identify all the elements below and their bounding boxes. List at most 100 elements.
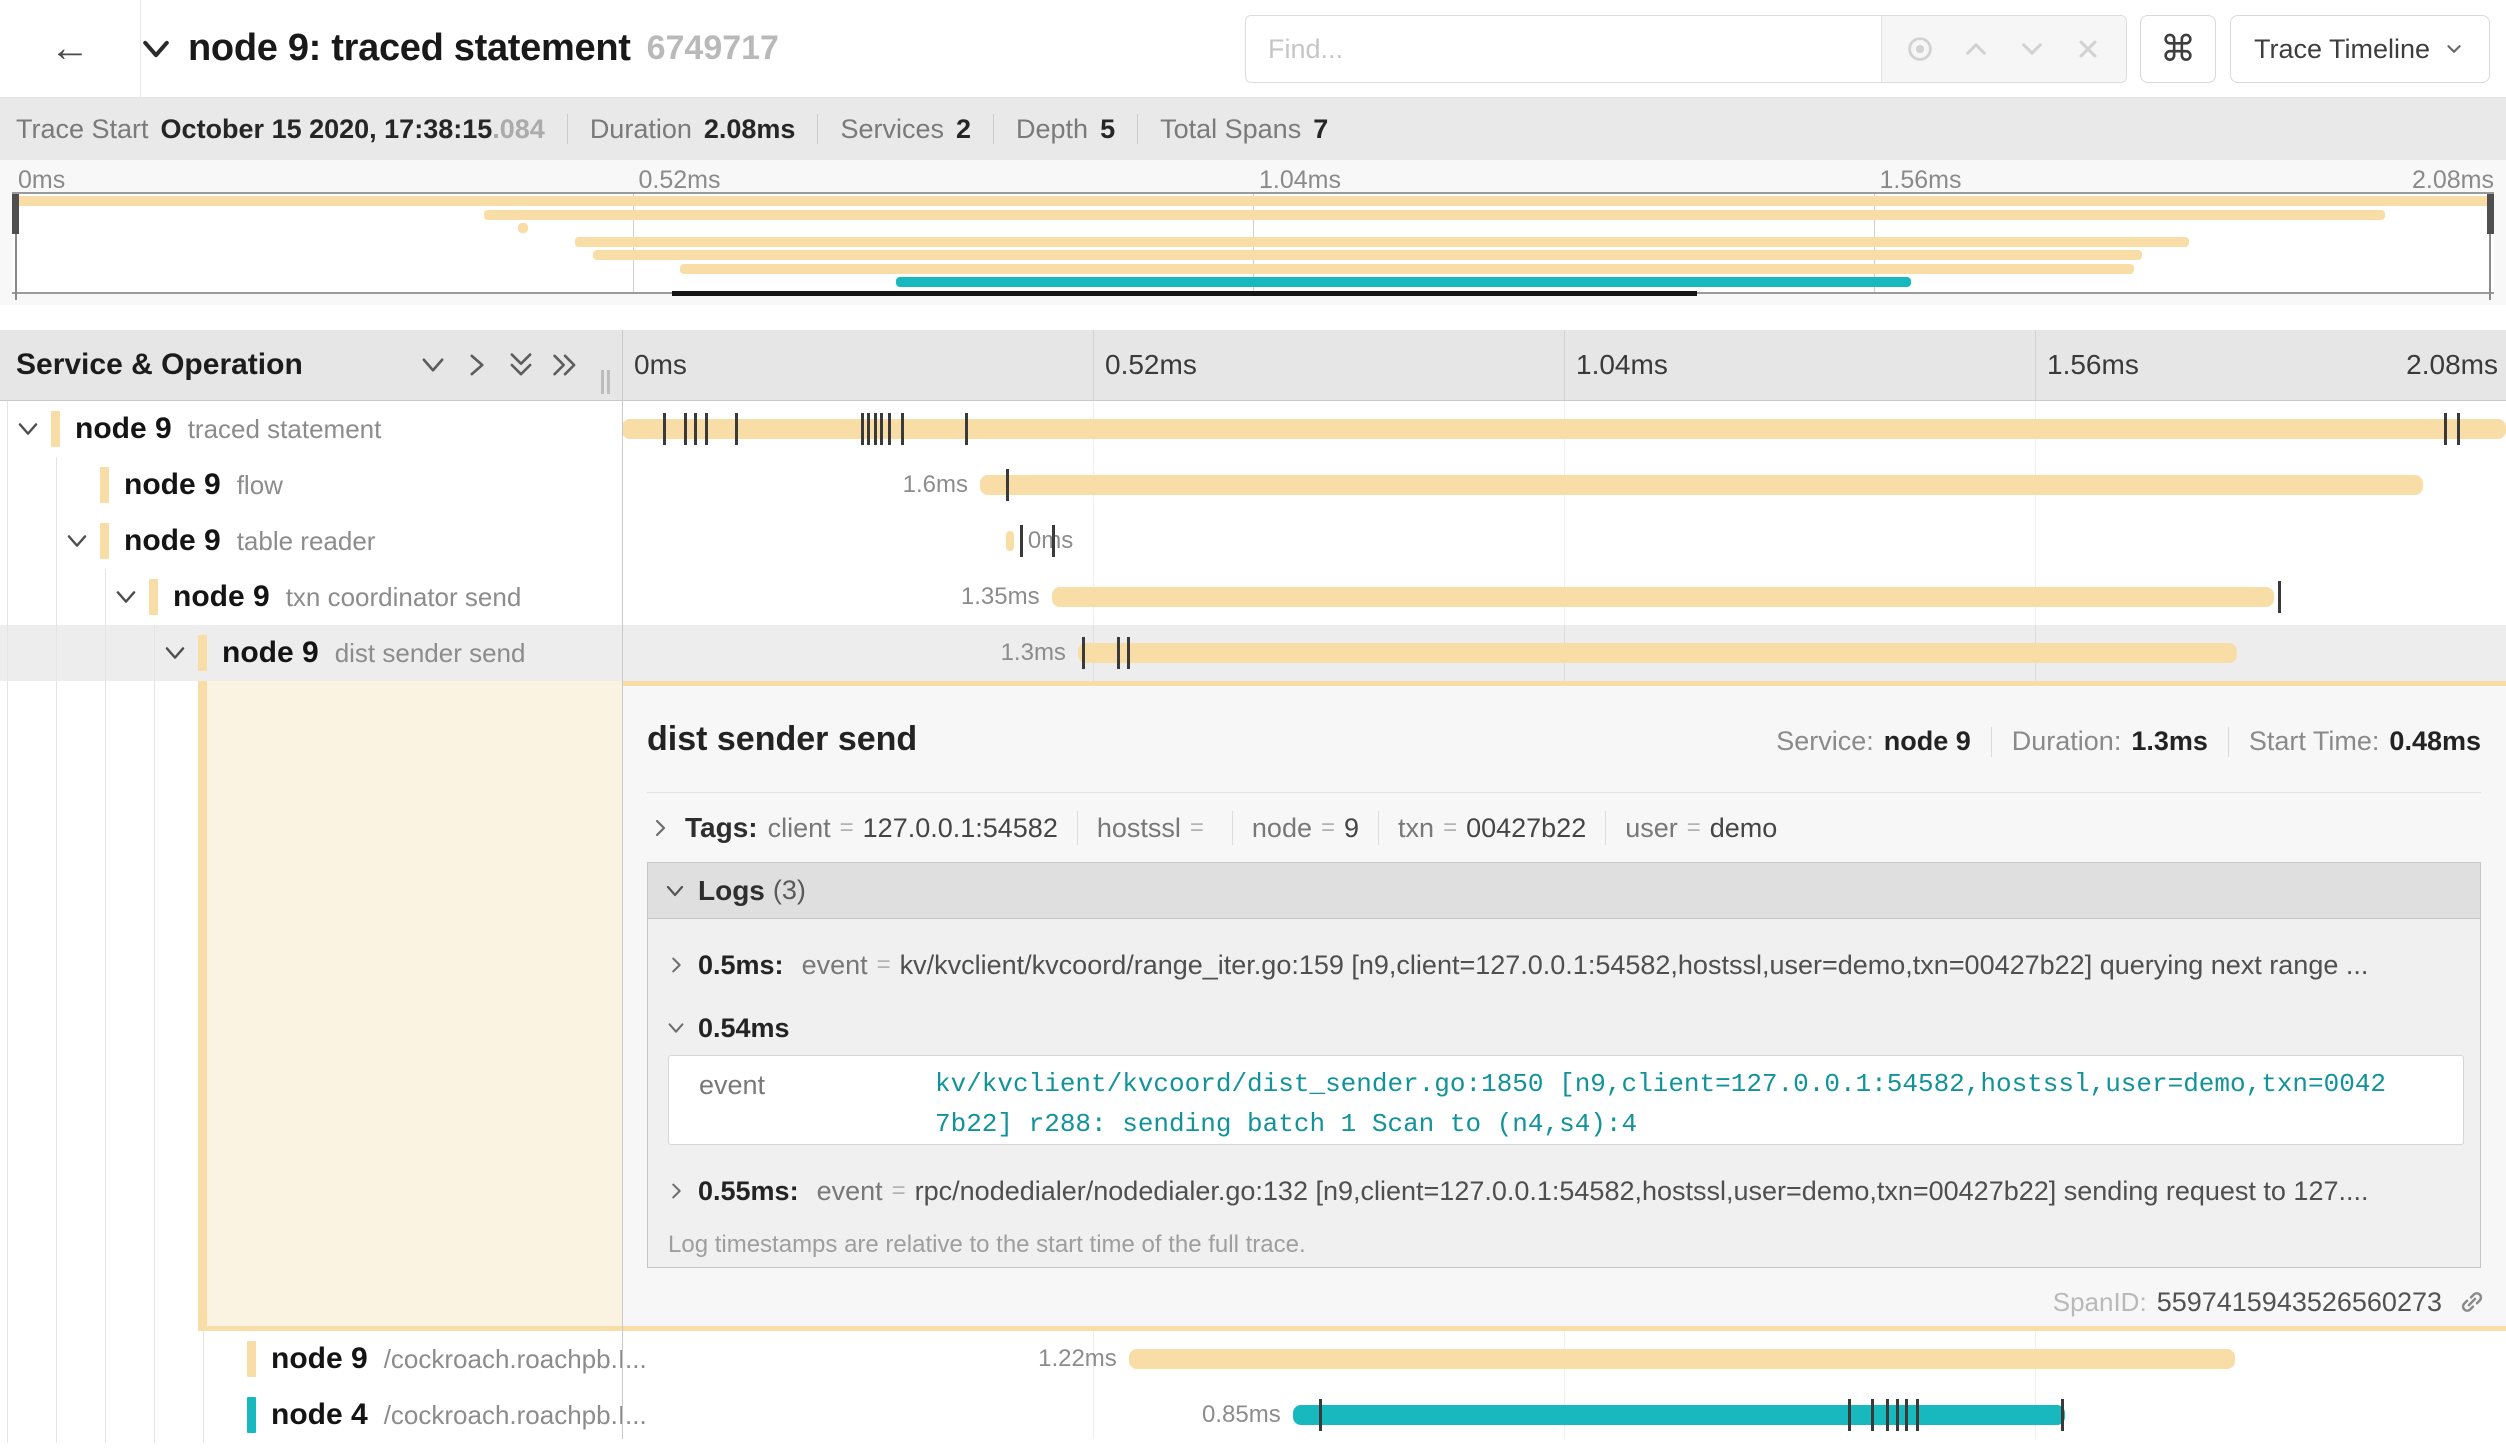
minimap-range-handle-grab[interactable]: [2487, 194, 2494, 234]
keyboard-shortcuts-button[interactable]: ⌘: [2140, 15, 2216, 83]
minimap-range-handle-grab[interactable]: [12, 194, 19, 234]
span-bar[interactable]: [1052, 587, 2275, 607]
indent-guide: [7, 401, 8, 457]
span-color-bar: [51, 411, 60, 447]
log-fields-table: event kv/kvclient/kvcoord/dist_sender.go…: [668, 1055, 2464, 1145]
indent-guide: [154, 625, 155, 681]
equals-sign: =: [877, 951, 891, 979]
duration-label: 1.35ms: [961, 569, 1040, 625]
indent-guide: [203, 1331, 204, 1387]
span-detail-meta: Service:node 9Duration:1.3msStart Time:0…: [1776, 726, 2481, 757]
equals-sign: =: [1687, 814, 1701, 842]
page-title: node 9: traced statement: [188, 27, 631, 70]
summary-label: Duration: [590, 114, 692, 145]
timeline-row[interactable]: node 9txn coordinator send1.35ms: [0, 569, 2506, 625]
caret-down-icon: [2442, 37, 2466, 61]
tag-pill[interactable]: client=127.0.0.1:54582: [768, 813, 1058, 844]
log-marker-tick: [874, 413, 877, 445]
chevron-down-icon: [662, 878, 688, 904]
span-bar[interactable]: [1078, 643, 2237, 663]
tag-pill[interactable]: txn=00427b22: [1398, 813, 1586, 844]
log-marker-tick: [1871, 1399, 1874, 1431]
span-bar[interactable]: [1006, 531, 1014, 551]
tag-pill[interactable]: node=9: [1252, 813, 1359, 844]
summary-value: 5: [1100, 114, 1115, 145]
expand-all-icon[interactable]: [547, 347, 583, 383]
log-marker-tick: [1848, 1399, 1851, 1431]
indent-guide: [56, 513, 57, 569]
span-bar[interactable]: [1129, 1349, 2235, 1369]
timeline-row[interactable]: node 9/cockroach.roachpb.I...1.22ms: [0, 1331, 2506, 1387]
timeline-row[interactable]: node 9dist sender send1.3ms: [0, 625, 2506, 681]
span-bar[interactable]: [622, 419, 2506, 439]
tags-list: client=127.0.0.1:54582 hostssl= node=9 txn =…: [768, 811, 1778, 845]
collapse-all-icon[interactable]: [503, 347, 539, 383]
detail-divider: [647, 792, 2481, 793]
tags-accordion[interactable]: Tags: client=127.0.0.1:54582hostssl=node…: [647, 804, 1777, 852]
find-box: [1245, 15, 2127, 83]
chevron-down-icon[interactable]: [134, 27, 178, 71]
span-name-wrap: node 9table reader: [124, 513, 375, 569]
next-result-icon[interactable]: [2014, 31, 2050, 67]
log-marker-tick: [1319, 1399, 1322, 1431]
locate-icon[interactable]: [1902, 31, 1938, 67]
operation-name: flow: [237, 470, 283, 500]
equals-sign: =: [1443, 814, 1457, 842]
find-input[interactable]: [1246, 16, 1881, 82]
expander-icon[interactable]: [157, 635, 193, 671]
column-resizer-grip[interactable]: [601, 370, 613, 394]
collapse-one-icon[interactable]: [415, 347, 451, 383]
log-marker-tick: [2061, 1399, 2064, 1431]
deep-link-icon[interactable]: [2456, 1286, 2488, 1318]
detail-row-bottom-border: [198, 1326, 623, 1331]
timeline-row[interactable]: node 9flow1.6ms: [0, 457, 2506, 513]
trace-view-select[interactable]: Trace Timeline: [2230, 15, 2490, 83]
indent-guide: [154, 1331, 155, 1387]
span-bar[interactable]: [1293, 1405, 2065, 1425]
indent-guide: [56, 1331, 57, 1387]
tag-pill[interactable]: user=demo: [1625, 813, 1777, 844]
indent-guide: [56, 681, 57, 1331]
indent-guide: [154, 681, 155, 1331]
expander-icon[interactable]: [10, 411, 46, 447]
minimap-canvas[interactable]: [12, 192, 2494, 294]
log-field-value: kv/kvclient/kvcoord/dist_sender.go:1850 …: [935, 1064, 2395, 1144]
tick-label: 1.56ms: [1880, 166, 1962, 195]
summary-label: Depth: [1016, 114, 1088, 145]
summary-divider: [993, 114, 994, 144]
log-entry[interactable]: 0.5ms: event = kv/kvclient/kvcoord/range…: [648, 937, 2470, 993]
span-name-wrap: node 9dist sender send: [222, 625, 525, 681]
summary-value: 2: [956, 114, 971, 145]
timeline-row[interactable]: node 4/cockroach.roachpb.I...0.85ms: [0, 1387, 2506, 1443]
service-operation-header: Service & Operation: [16, 330, 303, 400]
minimap-span-bar: [896, 277, 1911, 287]
panel-divider[interactable]: [622, 330, 623, 1439]
span-bar[interactable]: [980, 475, 2423, 495]
service-name: node 9: [222, 636, 319, 669]
log-entry[interactable]: 0.55ms: event = rpc/nodedialer/nodediale…: [648, 1163, 2470, 1219]
logs-footer-note: Log timestamps are relative to the start…: [668, 1231, 1306, 1259]
timeline-row[interactable]: node 9traced statement: [0, 401, 2506, 457]
indent-guide: [7, 1387, 8, 1443]
tag-key: txn: [1398, 813, 1434, 844]
duration-label: 1.6ms: [903, 457, 968, 513]
summary-label: Total Spans: [1160, 114, 1301, 145]
meta-label: Service:: [1776, 726, 1874, 757]
tag-value: 127.0.0.1:54582: [863, 813, 1058, 844]
expand-one-icon[interactable]: [459, 347, 495, 383]
tag-divider: [1378, 811, 1379, 845]
tick-label: 0ms: [18, 166, 65, 195]
logs-header[interactable]: Logs (3): [648, 863, 2480, 919]
minimap-scrubber[interactable]: [672, 291, 1697, 296]
timeline-row[interactable]: node 9table reader0ms: [0, 513, 2506, 569]
indent-guide: [56, 1387, 57, 1443]
span-id-value: 5597415943526560273: [2157, 1287, 2442, 1318]
indent-guide: [7, 513, 8, 569]
log-entry-expanded-header[interactable]: 0.54ms: [648, 1003, 2470, 1053]
prev-result-icon[interactable]: [1958, 31, 1994, 67]
back-button[interactable]: ←: [0, 0, 141, 97]
expander-icon[interactable]: [59, 523, 95, 559]
tag-pill[interactable]: hostssl=: [1097, 813, 1213, 844]
expander-icon[interactable]: [108, 579, 144, 615]
clear-find-icon[interactable]: [2070, 31, 2106, 67]
